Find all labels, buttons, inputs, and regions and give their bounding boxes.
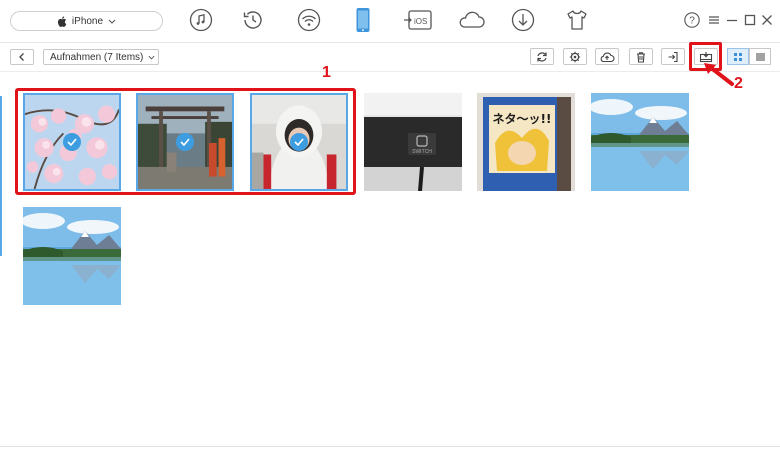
list-view-icon: [755, 53, 765, 60]
history-icon[interactable]: [240, 7, 266, 33]
mountain-lake-photo: [591, 93, 689, 191]
help-icon[interactable]: ?: [684, 12, 700, 28]
album-label: Aufnahmen (7 Items): [50, 51, 144, 63]
divider: [0, 42, 780, 43]
photo-thumbnail[interactable]: ネタ～ッ!!: [477, 93, 575, 191]
list-view-button[interactable]: [749, 48, 771, 65]
grid-view-icon: [734, 52, 742, 61]
cloud-icon[interactable]: [456, 7, 486, 33]
chevron-down-icon: [148, 55, 155, 59]
ios-transfer-icon[interactable]: iOS: [403, 7, 433, 33]
photo-thumbnail[interactable]: [23, 207, 121, 305]
divider: [0, 71, 780, 72]
settings-button[interactable]: [563, 48, 587, 65]
export-icon: [668, 51, 678, 62]
back-button[interactable]: [10, 49, 34, 65]
chevron-down-icon: [108, 19, 116, 24]
minimize-icon[interactable]: [724, 12, 740, 28]
device-selector[interactable]: iPhone: [10, 11, 163, 31]
photo-thumbnail[interactable]: [591, 93, 689, 191]
wifi-icon[interactable]: [296, 7, 322, 33]
annotation-box-selected-photos: [15, 88, 356, 195]
export-button[interactable]: [661, 48, 685, 65]
refresh-icon: [537, 51, 547, 62]
manga-box-photo: ネタ～ッ!!: [477, 93, 575, 191]
maximize-icon[interactable]: [742, 12, 758, 28]
close-icon[interactable]: [759, 12, 775, 28]
tshirt-icon[interactable]: [564, 7, 590, 33]
ios-label: iOS: [414, 17, 427, 26]
top-navigation-bar: iPhone iOS ?: [0, 0, 780, 42]
divider: [0, 446, 780, 447]
photo-thumbnail[interactable]: SWITCH: [364, 93, 462, 191]
switch-label: SWITCH: [412, 149, 432, 155]
manga-title: ネタ～ッ!!: [493, 112, 552, 126]
chevron-left-icon: [19, 53, 24, 61]
album-selector[interactable]: Aufnahmen (7 Items): [43, 49, 159, 65]
phone-icon[interactable]: [350, 7, 376, 33]
menu-icon[interactable]: [706, 12, 722, 28]
settings-icon: [569, 51, 581, 62]
refresh-button[interactable]: [530, 48, 554, 65]
console-photo: SWITCH: [364, 93, 462, 191]
upload-icon: [600, 52, 615, 62]
delete-button[interactable]: [629, 48, 653, 65]
device-name: iPhone: [71, 15, 104, 27]
music-icon[interactable]: [188, 7, 214, 33]
help-label: ?: [689, 16, 695, 27]
delete-icon: [637, 51, 645, 63]
apple-icon: [57, 15, 67, 27]
annotation-label-1: 1: [322, 64, 331, 81]
upload-button[interactable]: [595, 48, 619, 65]
annotation-label-2: 2: [734, 75, 743, 92]
mountain-lake-photo: [23, 207, 121, 305]
download-icon[interactable]: [510, 7, 536, 33]
left-accent-bar: [0, 96, 2, 256]
